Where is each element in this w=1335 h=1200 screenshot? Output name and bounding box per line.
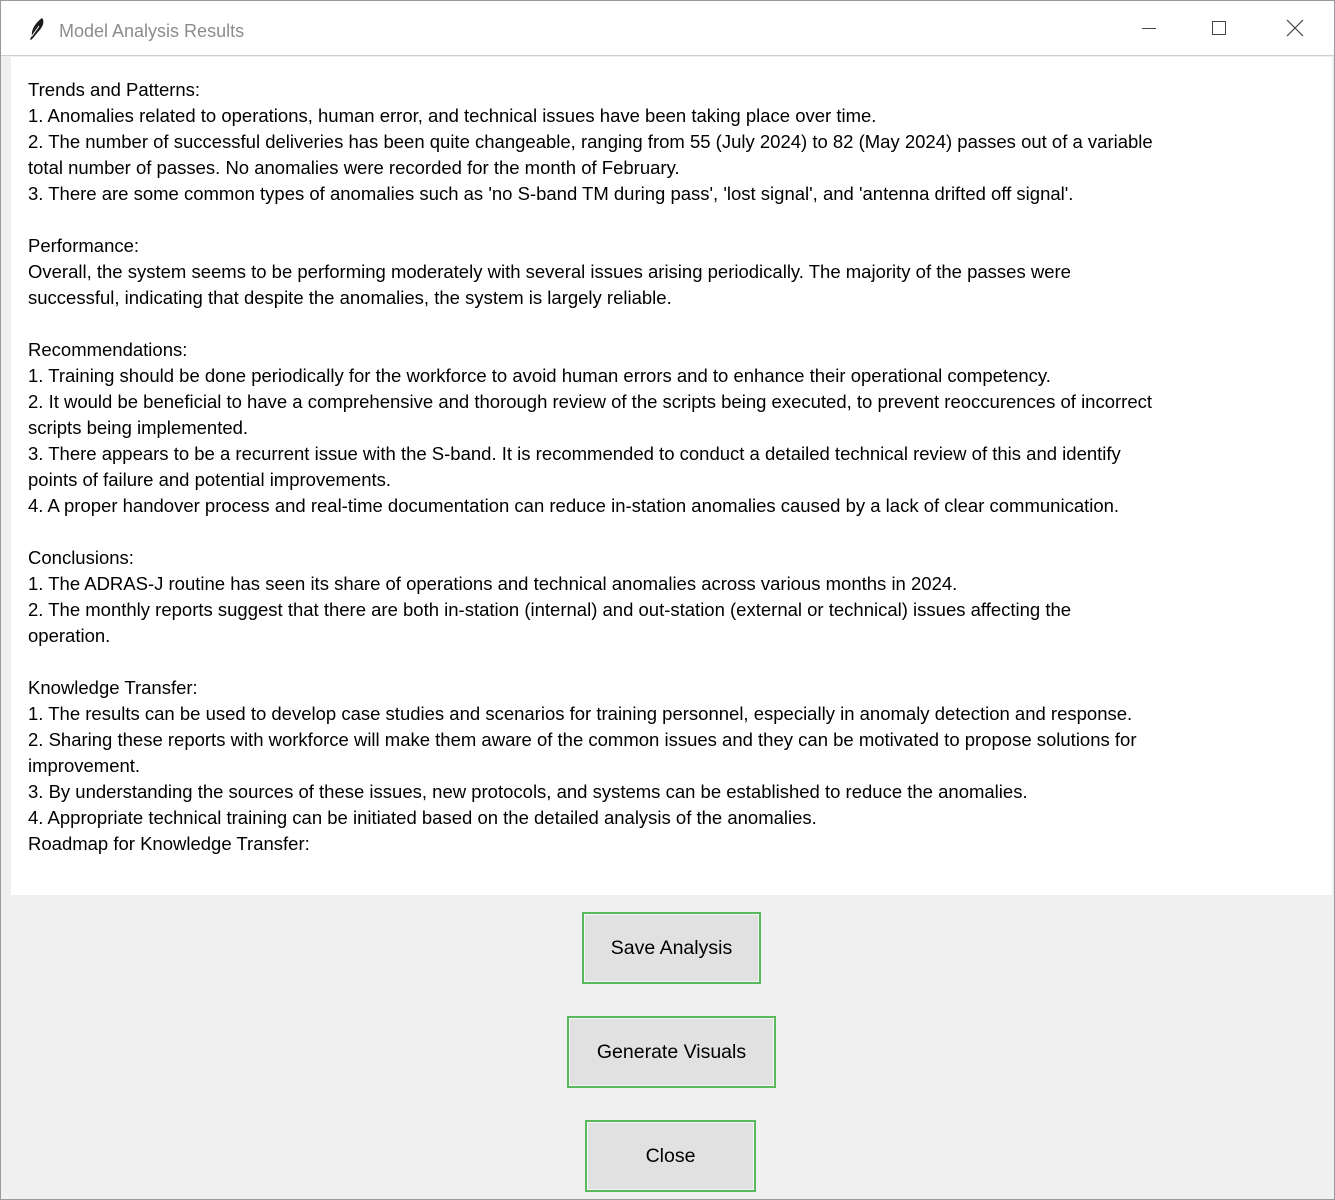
text-line: 3. By understanding the sources of these…	[28, 781, 1028, 802]
text-line: 2. The monthly reports suggest that ther…	[28, 599, 1072, 620]
generate-visuals-button[interactable]: Generate Visuals	[567, 1016, 776, 1088]
save-analysis-button[interactable]: Save Analysis	[582, 912, 761, 984]
text-line: 3. There are some common types of anomal…	[28, 183, 1074, 204]
feather-icon	[27, 17, 47, 41]
text-line: operation.	[28, 625, 111, 646]
text-line: Overall, the system seems to be performi…	[28, 261, 1071, 282]
text-line	[28, 207, 1318, 233]
text-line: 1. Anomalies related to operations, huma…	[28, 105, 877, 126]
analysis-text: Trends and Patterns: 1. Anomalies relate…	[28, 77, 1318, 857]
text-line: scripts being implemented.	[28, 417, 249, 438]
text-line: 1. The results can be used to develop ca…	[28, 703, 1133, 724]
text-line: successful, indicating that despite the …	[28, 287, 672, 308]
text-line: Trends and Patterns:	[28, 79, 201, 100]
text-line: 1. The ADRAS-J routine has seen its shar…	[28, 573, 958, 594]
text-line	[28, 519, 1318, 545]
text-line: 3. There appears to be a recurrent issue…	[28, 443, 1121, 464]
window-title: Model Analysis Results	[59, 21, 245, 41]
text-line: 4. Appropriate technical training can be…	[28, 807, 817, 828]
minimize-icon	[1142, 28, 1156, 29]
text-line: Roadmap for Knowledge Transfer:	[28, 833, 310, 854]
close-icon	[1286, 19, 1304, 37]
text-line: 2. The number of successful deliveries h…	[28, 131, 1153, 152]
text-line: total number of passes. No anomalies wer…	[28, 157, 680, 178]
text-line: 2. Sharing these reports with workforce …	[28, 729, 1137, 750]
maximize-icon	[1212, 21, 1226, 35]
close-button[interactable]: Close	[585, 1120, 756, 1192]
close-window-button[interactable]	[1260, 1, 1330, 55]
maximize-button[interactable]	[1184, 1, 1254, 55]
text-line	[28, 649, 1318, 675]
text-line: Performance:	[28, 235, 140, 256]
text-line: Conclusions:	[28, 547, 134, 568]
minimize-button[interactable]	[1114, 1, 1184, 55]
text-line: 2. It would be beneficial to have a comp…	[28, 391, 1153, 412]
text-line: improvement.	[28, 755, 141, 776]
title-bar[interactable]: Model Analysis Results	[1, 1, 1334, 56]
text-line: 4. A proper handover process and real-ti…	[28, 495, 1120, 516]
analysis-text-area[interactable]: Trends and Patterns: 1. Anomalies relate…	[11, 57, 1332, 895]
text-line: Knowledge Transfer:	[28, 677, 198, 698]
text-line: Recommendations:	[28, 339, 188, 360]
text-line	[28, 311, 1318, 337]
analysis-window: Model Analysis Results Trends and Patter…	[0, 0, 1335, 1200]
text-line: points of failure and potential improvem…	[28, 469, 392, 490]
text-line: 1. Training should be done periodically …	[28, 365, 1051, 386]
